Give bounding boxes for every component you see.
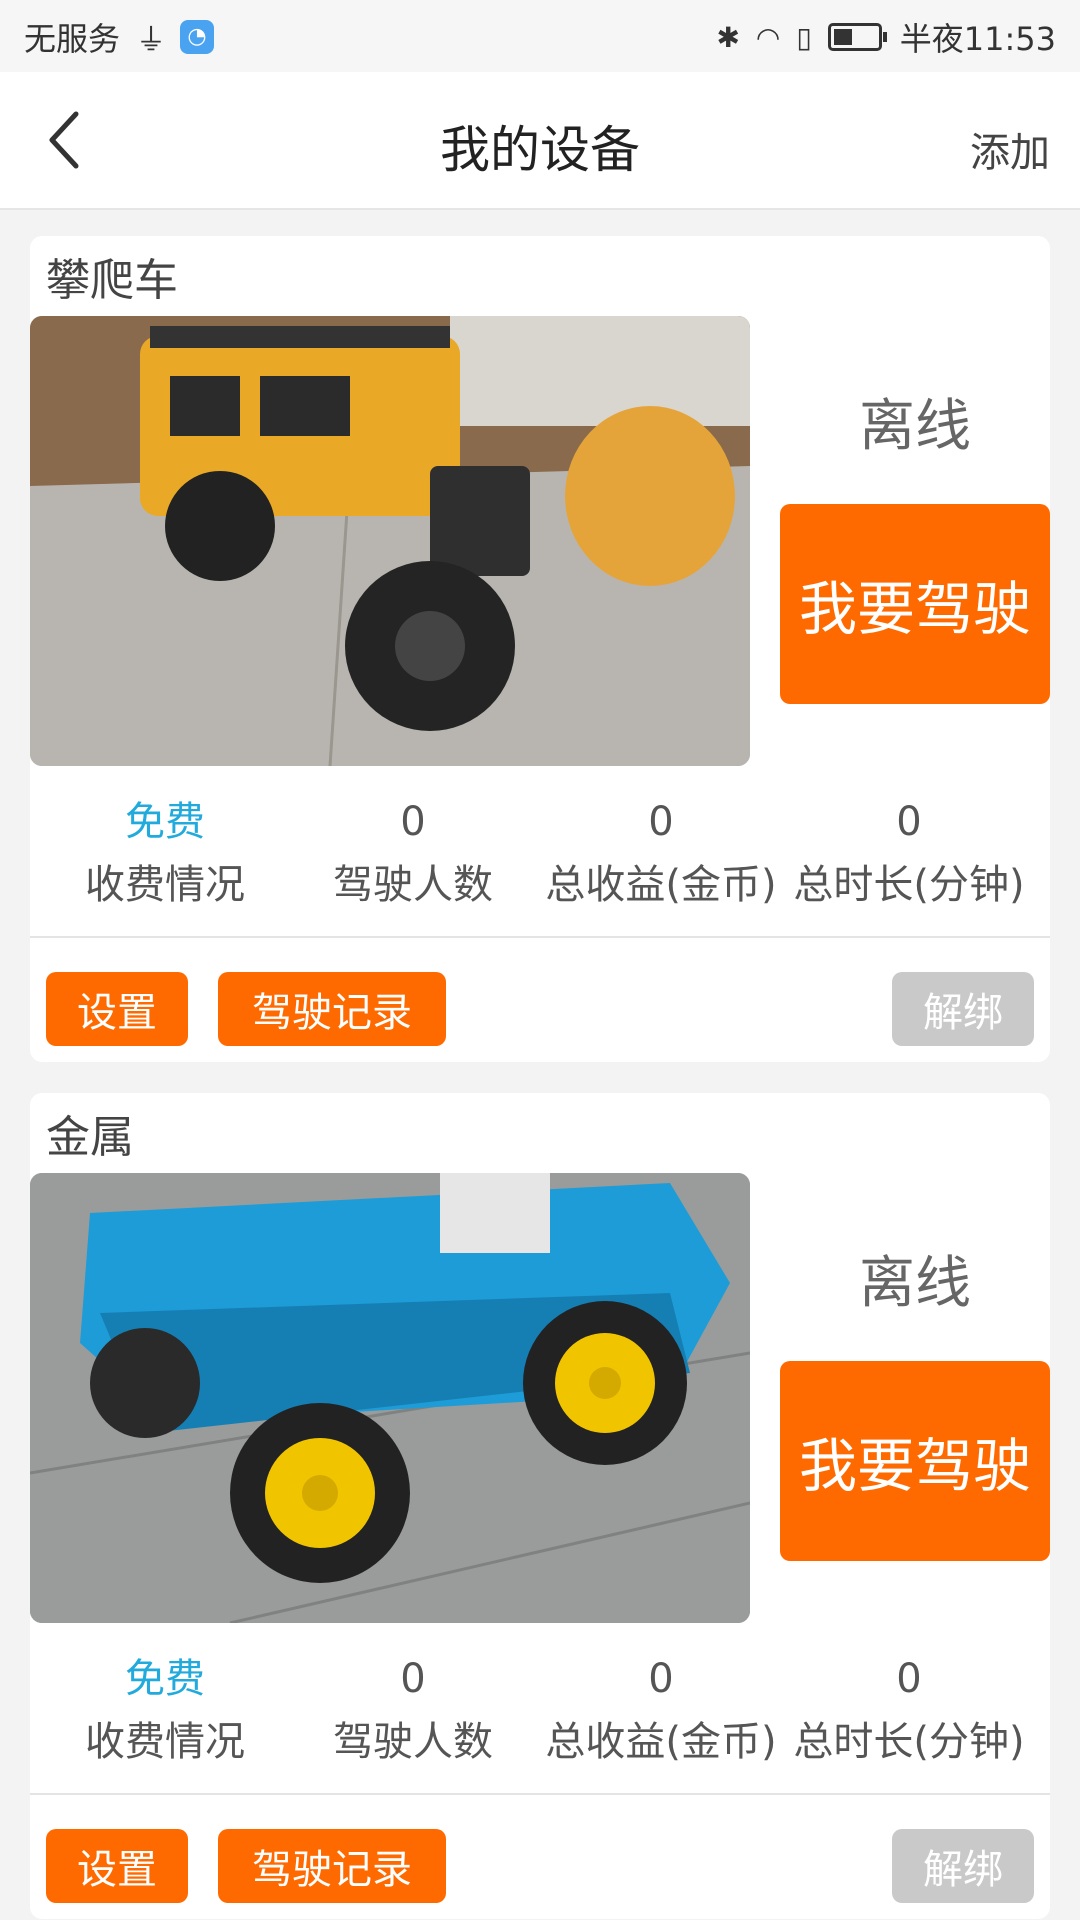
device-stats: 免费 收费情况 0 驾驶人数 0 总收益(金币) 0 总时长(分钟) xyxy=(30,796,1050,908)
device-card: 攀爬车 离线 我要驾驶 免费 收费情况 0 驾驶人数 0 总收益(金币) 0 总… xyxy=(30,236,1050,1062)
stat-revenue: 0 总收益(金币) xyxy=(536,796,786,910)
status-bar: 无服务 ⏚ ◔ ✱ ◠ ▯ 半夜11:53 xyxy=(0,0,1080,72)
stat-label: 驾驶人数 xyxy=(333,1719,493,1765)
unbind-button[interactable]: 解绑 xyxy=(892,972,1034,1046)
stat-value: 0 xyxy=(648,1656,674,1702)
device-stats: 免费 收费情况 0 驾驶人数 0 总收益(金币) 0 总时长(分钟) xyxy=(30,1653,1050,1765)
status-left: 无服务 ⏚ ◔ xyxy=(24,14,215,60)
yellow-offroad-rc-crawler-photo xyxy=(30,316,750,766)
stat-drivers: 0 驾驶人数 xyxy=(288,1653,538,1767)
stat-value: 免费 xyxy=(125,799,205,845)
stat-charge: 免费 收费情况 xyxy=(40,1653,290,1767)
drive-records-button[interactable]: 驾驶记录 xyxy=(218,972,446,1046)
device-status: 离线 xyxy=(859,394,971,459)
unbind-button[interactable]: 解绑 xyxy=(892,1829,1034,1903)
stat-value: 0 xyxy=(896,1656,922,1702)
stat-label: 总收益(金币) xyxy=(545,1719,777,1765)
clock: 半夜11:53 xyxy=(899,20,1056,58)
stat-label: 总时长(分钟) xyxy=(793,1719,1025,1765)
device-photo xyxy=(30,1173,750,1623)
device-photo xyxy=(30,316,750,766)
bluetooth-icon: ✱ xyxy=(716,20,740,54)
stat-drivers: 0 驾驶人数 xyxy=(288,796,538,910)
stat-duration: 0 总时长(分钟) xyxy=(784,1653,1034,1767)
drive-button[interactable]: 我要驾驶 xyxy=(780,1361,1050,1561)
alert-icon: ▯ xyxy=(796,20,812,54)
battery-icon xyxy=(827,23,887,51)
status-right: ✱ ◠ ▯ 半夜11:53 xyxy=(716,14,1056,60)
usb-icon: ⏚ xyxy=(136,23,167,58)
settings-button[interactable]: 设置 xyxy=(46,1829,188,1903)
stat-revenue: 0 总收益(金币) xyxy=(536,1653,786,1767)
wifi-icon: ◠ xyxy=(755,20,781,54)
stat-duration: 0 总时长(分钟) xyxy=(784,796,1034,910)
app-notification-icon: ◔ xyxy=(180,20,215,54)
stat-label: 总收益(金币) xyxy=(545,862,777,908)
settings-button[interactable]: 设置 xyxy=(46,972,188,1046)
drive-records-button[interactable]: 驾驶记录 xyxy=(218,1829,446,1903)
stat-value: 0 xyxy=(400,799,426,845)
stat-label: 总时长(分钟) xyxy=(793,862,1025,908)
device-name: 攀爬车 xyxy=(46,255,178,306)
divider xyxy=(30,936,1050,938)
stat-value: 免费 xyxy=(125,1656,205,1702)
device-status: 离线 xyxy=(859,1251,971,1316)
divider xyxy=(30,1793,1050,1795)
carrier-text: 无服务 xyxy=(24,20,121,58)
nav-bar: 我的设备 添加 xyxy=(0,72,1080,210)
stat-value: 0 xyxy=(648,799,674,845)
stat-label: 驾驶人数 xyxy=(333,862,493,908)
drive-button[interactable]: 我要驾驶 xyxy=(780,504,1050,704)
stat-charge: 免费 收费情况 xyxy=(40,796,290,910)
stat-label: 收费情况 xyxy=(85,862,245,908)
stat-label: 收费情况 xyxy=(85,1719,245,1765)
stat-value: 0 xyxy=(896,799,922,845)
stat-value: 0 xyxy=(400,1656,426,1702)
device-name: 金属 xyxy=(46,1112,134,1163)
blue-metal-robot-car-photo xyxy=(30,1173,750,1623)
add-device-button[interactable]: 添加 xyxy=(970,120,1050,178)
device-card: 金属 离线 我要驾驶 免费 收费情况 0 驾驶人数 0 总收益(金币) 0 总时… xyxy=(30,1093,1050,1919)
page-title: 我的设备 xyxy=(440,121,640,179)
